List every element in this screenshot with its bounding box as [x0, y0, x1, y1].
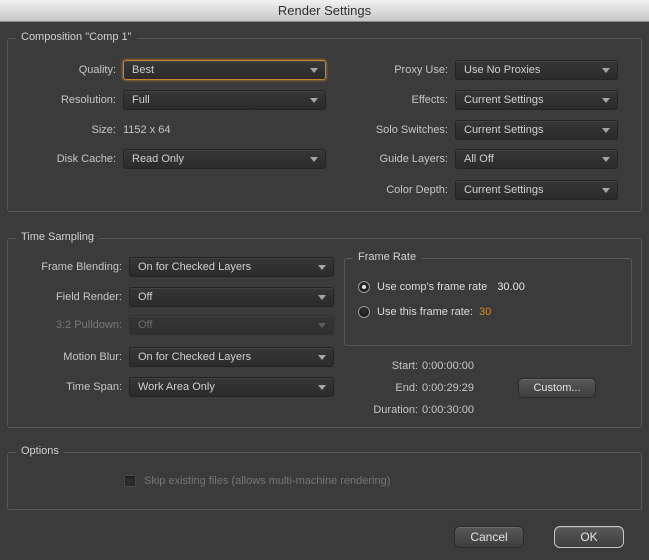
composition-legend: Composition "Comp 1" — [16, 31, 137, 43]
chevron-down-icon — [602, 187, 610, 193]
guide-layers-row: Guide Layers: All Off — [340, 149, 618, 169]
chevron-down-icon — [602, 156, 610, 162]
pulldown-select: Off — [129, 315, 334, 335]
chevron-down-icon — [318, 384, 326, 390]
time-span-row: Time Span: Work Area Only — [8, 377, 334, 397]
chevron-down-icon — [310, 67, 318, 73]
chevron-down-icon — [310, 97, 318, 103]
chevron-down-icon — [602, 67, 610, 73]
resolution-label: Resolution: — [60, 94, 116, 106]
proxy-use-label: Proxy Use: — [394, 64, 448, 76]
skip-existing-row: Skip existing files (allows multi-machin… — [124, 471, 390, 491]
guide-layers-label: Guide Layers: — [379, 153, 448, 165]
chevron-down-icon — [318, 294, 326, 300]
field-render-select[interactable]: Off — [129, 287, 334, 307]
guide-layers-select[interactable]: All Off — [455, 149, 618, 169]
radio-icon[interactable] — [358, 306, 370, 318]
chevron-down-icon — [602, 97, 610, 103]
proxy-use-select[interactable]: Use No Proxies — [455, 60, 618, 80]
motion-blur-select[interactable]: On for Checked Layers — [129, 347, 334, 367]
dialog-title: Render Settings — [277, 3, 372, 18]
guide-layers-value: All Off — [464, 153, 494, 165]
resolution-select[interactable]: Full — [123, 90, 326, 110]
custom-frame-rate-value[interactable]: 30 — [479, 306, 491, 318]
motion-blur-row: Motion Blur: On for Checked Layers — [8, 347, 334, 367]
render-settings-dialog: Render Settings Composition "Comp 1" Qua… — [0, 0, 649, 560]
pulldown-row: 3:2 Pulldown: Off — [8, 315, 334, 335]
time-span-select[interactable]: Work Area Only — [129, 377, 334, 397]
skip-existing-label: Skip existing files (allows multi-machin… — [144, 475, 391, 487]
effects-row: Effects: Current Settings — [340, 90, 618, 110]
chevron-down-icon — [318, 354, 326, 360]
frame-blending-select[interactable]: On for Checked Layers — [129, 257, 334, 277]
chevron-down-icon — [318, 322, 326, 328]
color-depth-value: Current Settings — [464, 184, 544, 196]
color-depth-row: Color Depth: Current Settings — [340, 180, 618, 200]
ok-button[interactable]: OK — [554, 526, 624, 548]
field-render-value: Off — [138, 291, 153, 303]
quality-value: Best — [132, 64, 155, 76]
pulldown-value: Off — [138, 319, 153, 331]
custom-button[interactable]: Custom... — [518, 378, 596, 398]
start-value: 0:00:00:00 — [422, 360, 474, 372]
end-label: End: — [395, 382, 418, 394]
disk-cache-row: Disk Cache: Read Only — [8, 149, 326, 169]
start-label: Start: — [391, 360, 418, 372]
disk-cache-value: Read Only — [132, 153, 184, 165]
time-sampling-legend: Time Sampling — [16, 231, 99, 243]
start-line: Start: 0:00:00:00 — [360, 359, 474, 373]
duration-label: Duration: — [373, 404, 418, 416]
custom-frame-rate-label: Use this frame rate: — [377, 306, 473, 318]
chevron-down-icon — [602, 127, 610, 133]
end-value: 0:00:29:29 — [422, 382, 474, 394]
duration-line: Duration: 0:00:30:00 — [360, 403, 474, 417]
chevron-down-icon — [318, 264, 326, 270]
size-label: Size: — [91, 124, 116, 136]
color-depth-select[interactable]: Current Settings — [455, 180, 618, 200]
comp-frame-rate-value: 30.00 — [497, 281, 525, 293]
effects-label: Effects: — [411, 94, 448, 106]
time-span-value: Work Area Only — [138, 381, 215, 393]
motion-blur-value: On for Checked Layers — [138, 351, 252, 363]
resolution-value: Full — [132, 94, 150, 106]
title-bar: Render Settings — [0, 0, 649, 22]
frame-blending-value: On for Checked Layers — [138, 261, 252, 273]
disk-cache-select[interactable]: Read Only — [123, 149, 326, 169]
size-value: 1152 x 64 — [123, 124, 171, 136]
proxy-use-value: Use No Proxies — [464, 64, 541, 76]
effects-select[interactable]: Current Settings — [455, 90, 618, 110]
color-depth-label: Color Depth: — [386, 184, 448, 196]
frame-blending-label: Frame Blending: — [41, 261, 122, 273]
end-line: End: 0:00:29:29 — [360, 381, 474, 395]
pulldown-label: 3:2 Pulldown: — [55, 319, 122, 331]
quality-label: Quality: — [78, 64, 116, 76]
frame-blending-row: Frame Blending: On for Checked Layers — [8, 257, 334, 277]
options-legend: Options — [16, 445, 64, 457]
radio-selected-icon[interactable] — [358, 281, 370, 293]
custom-frame-rate-option[interactable]: Use this frame rate: 30 — [358, 305, 491, 319]
comp-frame-rate-option[interactable]: Use comp's frame rate 30.00 — [358, 280, 525, 294]
skip-existing-checkbox — [124, 475, 136, 487]
comp-frame-rate-label: Use comp's frame rate — [377, 281, 488, 293]
frame-rate-legend: Frame Rate — [353, 251, 422, 263]
motion-blur-label: Motion Blur: — [63, 351, 122, 363]
proxy-use-row: Proxy Use: Use No Proxies — [340, 60, 618, 80]
chevron-down-icon — [310, 156, 318, 162]
solo-switches-label: Solo Switches: — [375, 124, 448, 136]
resolution-row: Resolution: Full — [8, 90, 326, 110]
field-render-label: Field Render: — [55, 291, 122, 303]
solo-switches-select[interactable]: Current Settings — [455, 120, 618, 140]
size-row: Size: 1152 x 64 — [8, 120, 171, 140]
quality-select[interactable]: Best — [123, 60, 326, 80]
effects-value: Current Settings — [464, 94, 544, 106]
solo-switches-value: Current Settings — [464, 124, 544, 136]
disk-cache-label: Disk Cache: — [56, 153, 116, 165]
duration-value: 0:00:30:00 — [422, 404, 474, 416]
quality-row: Quality: Best — [8, 60, 326, 80]
frame-rate-group: Frame Rate — [344, 251, 632, 346]
solo-switches-row: Solo Switches: Current Settings — [340, 120, 618, 140]
time-span-label: Time Span: — [66, 381, 122, 393]
field-render-row: Field Render: Off — [8, 287, 334, 307]
cancel-button[interactable]: Cancel — [454, 526, 524, 548]
